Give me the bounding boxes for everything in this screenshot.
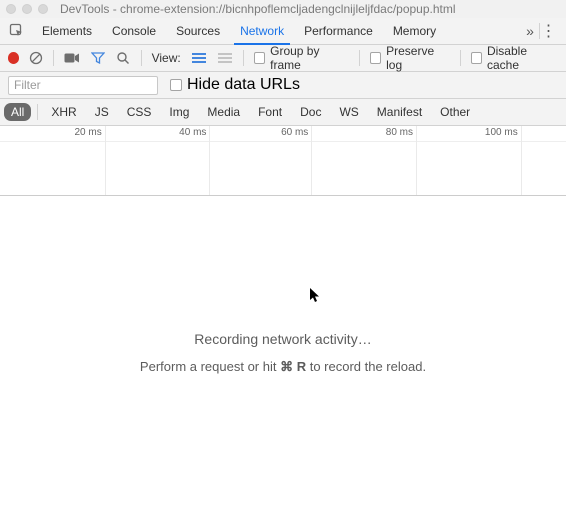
type-img[interactable]: Img — [162, 103, 196, 121]
large-rows-icon[interactable] — [191, 51, 207, 65]
clear-icon[interactable] — [29, 51, 43, 65]
traffic-light-minimize — [22, 4, 32, 14]
preserve-log-checkbox[interactable]: Preserve log — [370, 44, 450, 72]
separator — [243, 50, 244, 66]
timeline-tick: 40 ms — [179, 127, 209, 138]
timeline-overview[interactable]: 20 ms 40 ms 60 ms 80 ms 100 ms — [0, 126, 566, 196]
filter-input[interactable] — [8, 76, 158, 95]
separator — [141, 50, 142, 66]
tab-elements[interactable]: Elements — [36, 18, 98, 44]
checkbox-icon — [370, 52, 381, 64]
type-js[interactable]: JS — [88, 103, 116, 121]
hide-data-urls-label: Hide data URLs — [187, 76, 300, 94]
timeline-tick: 20 ms — [74, 127, 104, 138]
timeline-tick: 80 ms — [386, 127, 416, 138]
type-doc[interactable]: Doc — [293, 103, 328, 121]
window-title: DevTools - chrome-extension://bicnhpofle… — [60, 2, 456, 16]
kebab-menu-icon[interactable]: ⋮ — [540, 21, 558, 41]
resource-type-filters: All XHR JS CSS Img Media Font Doc WS Man… — [0, 99, 566, 126]
type-font[interactable]: Font — [251, 103, 289, 121]
window-titlebar: DevTools - chrome-extension://bicnhpofle… — [0, 0, 566, 18]
tab-network[interactable]: Network — [234, 18, 290, 45]
timeline-tick: 60 ms — [281, 127, 311, 138]
separator — [37, 104, 38, 120]
tab-memory[interactable]: Memory — [387, 18, 442, 44]
shortcut-key: ⌘ R — [280, 359, 306, 374]
tab-performance[interactable]: Performance — [298, 18, 379, 44]
filter-icon[interactable] — [90, 51, 105, 65]
type-xhr[interactable]: XHR — [44, 103, 83, 121]
hide-data-urls-checkbox[interactable]: Hide data URLs — [170, 76, 300, 94]
inspect-element-icon[interactable] — [8, 22, 26, 40]
disable-cache-label: Disable cache — [487, 44, 558, 72]
record-icon[interactable] — [8, 52, 19, 64]
panel-tabbar: Elements Console Sources Network Perform… — [0, 18, 566, 45]
traffic-light-zoom — [38, 4, 48, 14]
small-rows-icon[interactable] — [217, 51, 233, 65]
view-label: View: — [152, 51, 181, 65]
preserve-log-label: Preserve log — [386, 44, 449, 72]
instruction-message: Perform a request or hit ⌘ R to record t… — [0, 359, 566, 375]
disable-cache-checkbox[interactable]: Disable cache — [471, 44, 558, 72]
type-other[interactable]: Other — [433, 103, 477, 121]
group-by-frame-label: Group by frame — [270, 44, 349, 72]
camera-icon[interactable] — [64, 51, 80, 65]
panel-tabs: Elements Console Sources Network Perform… — [36, 18, 521, 44]
separator — [359, 50, 360, 66]
network-toolbar: View: Group by frame Preserve log Disabl… — [0, 45, 566, 72]
filter-row: Hide data URLs — [0, 72, 566, 99]
search-icon[interactable] — [115, 51, 130, 65]
checkbox-icon — [170, 79, 182, 91]
type-all[interactable]: All — [4, 103, 31, 121]
separator — [53, 50, 54, 66]
group-by-frame-checkbox[interactable]: Group by frame — [254, 44, 349, 72]
tab-console[interactable]: Console — [106, 18, 162, 44]
traffic-light-close — [6, 4, 16, 14]
more-tabs-icon[interactable]: » — [521, 23, 539, 39]
empty-state: Recording network activity… Perform a re… — [0, 331, 566, 375]
separator — [460, 50, 461, 66]
tab-sources[interactable]: Sources — [170, 18, 226, 44]
checkbox-icon — [471, 52, 482, 64]
type-media[interactable]: Media — [200, 103, 247, 121]
requests-pane: Recording network activity… Perform a re… — [0, 196, 566, 520]
checkbox-icon — [254, 52, 265, 64]
type-manifest[interactable]: Manifest — [370, 103, 429, 121]
type-css[interactable]: CSS — [120, 103, 159, 121]
timeline-tick: 100 ms — [485, 127, 521, 138]
recording-message: Recording network activity… — [0, 331, 566, 347]
type-ws[interactable]: WS — [332, 103, 365, 121]
